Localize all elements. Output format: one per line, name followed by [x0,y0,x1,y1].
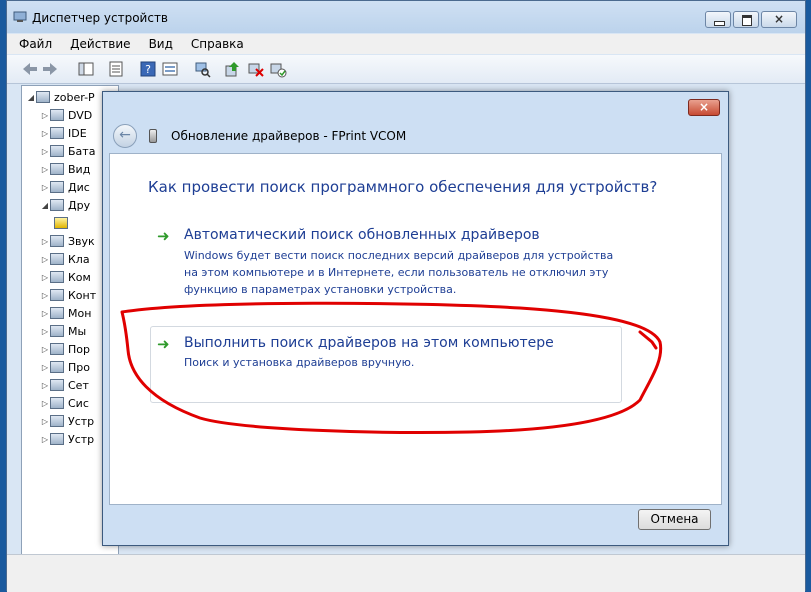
red-freehand-circle [120,301,663,434]
